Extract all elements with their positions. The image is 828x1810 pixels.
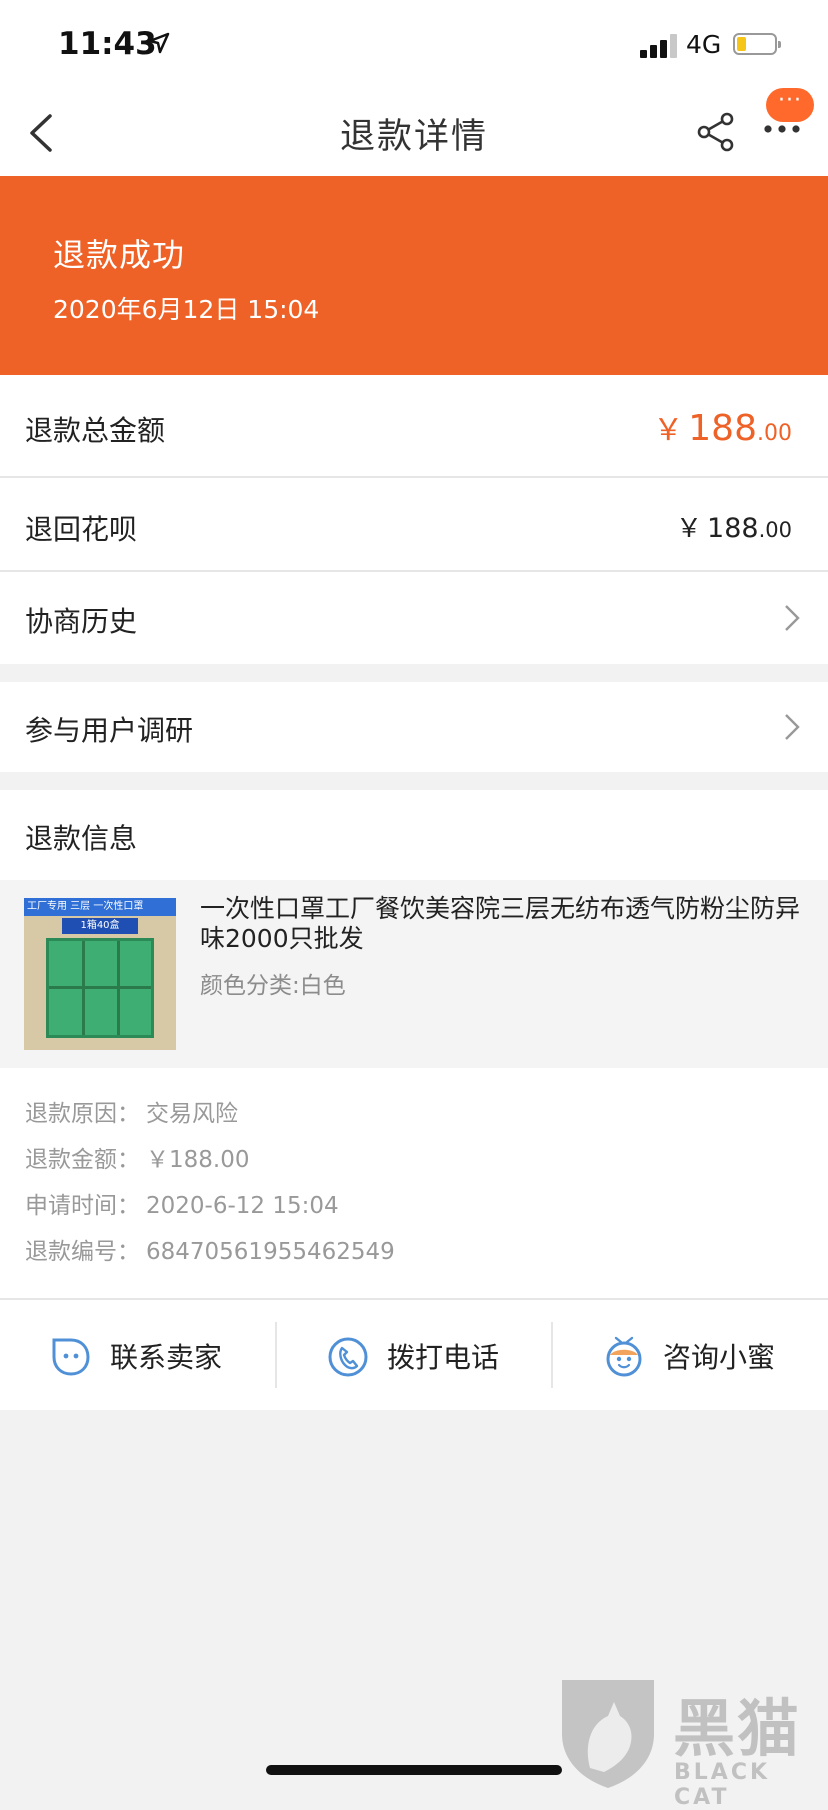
ask-assistant-label: 咨询小蜜: [663, 1341, 776, 1374]
status-bar: 11:43 4G: [0, 0, 828, 90]
more-icon[interactable]: [762, 122, 802, 136]
product-sku: 颜色分类:白色: [200, 973, 346, 999]
refund-info-title: 退款信息: [25, 822, 138, 855]
assistant-icon: [606, 1336, 642, 1377]
contact-seller-label: 联系卖家: [110, 1341, 223, 1374]
detail-key: 申请时间：: [25, 1193, 140, 1219]
mask-carton-image: [46, 938, 154, 1038]
refund-status-title: 退款成功: [53, 236, 186, 274]
cat-shield-logo-icon: [562, 1680, 654, 1788]
currency-symbol: ￥: [653, 413, 684, 448]
amount-decimal: .00: [758, 518, 792, 542]
contact-seller-button[interactable]: 联系卖家: [0, 1300, 275, 1410]
amount-integer: 188: [688, 408, 757, 449]
watermark-subtext: BLACK CAT: [674, 1760, 771, 1810]
phone-icon: [328, 1337, 368, 1377]
user-survey-row[interactable]: 参与用户调研: [0, 682, 828, 772]
detail-value: 68470561955462549: [146, 1239, 395, 1265]
detail-key: 退款金额：: [25, 1147, 140, 1173]
detail-value: 2020-6-12 15:04: [146, 1193, 339, 1219]
huabei-label: 退回花呗: [25, 513, 138, 546]
apply-time: 申请时间： 2020-6-12 15:04: [25, 1186, 339, 1220]
watermark-text: 黑猫: [673, 1692, 802, 1765]
user-survey-label: 参与用户调研: [25, 714, 194, 747]
battery-icon: [733, 33, 781, 55]
message-bubble[interactable]: ···: [766, 88, 814, 122]
refund-status-banner: 退款成功 2020年6月12日 15:04: [0, 176, 828, 375]
thumbnail-badge: 1箱40盒: [62, 918, 138, 934]
chat-face-icon: [52, 1338, 90, 1376]
action-bar: 联系卖家 拨打电话 咨询小蜜: [0, 1298, 828, 1410]
negotiation-history-row[interactable]: 协商历史: [0, 572, 828, 664]
call-phone-button[interactable]: 拨打电话: [277, 1300, 552, 1410]
detail-key: 退款编号：: [25, 1239, 140, 1265]
chevron-right-icon: [785, 714, 800, 740]
refund-total-amount: ￥ 188.00: [653, 405, 792, 449]
share-icon[interactable]: [694, 110, 738, 154]
amount-decimal: .00: [757, 421, 792, 446]
product-card[interactable]: 工厂专用 三层 一次性口罩 1箱40盒 一次性口罩工厂餐饮美容院三层无纺布透气防…: [0, 880, 828, 1068]
black-cat-watermark: 黑猫 BLACK CAT: [556, 1676, 828, 1810]
detail-value: 交易风险: [146, 1101, 238, 1127]
product-thumbnail: 工厂专用 三层 一次性口罩 1箱40盒: [24, 898, 176, 1050]
home-indicator[interactable]: [266, 1765, 562, 1775]
status-time: 11:43: [58, 26, 157, 62]
refund-details: 退款原因： 交易风险 退款金额： ￥188.00 申请时间： 2020-6-12 15…: [0, 1068, 828, 1298]
refund-number: 退款编号： 68470561955462549: [25, 1232, 395, 1266]
product-name: 一次性口罩工厂餐饮美容院三层无纺布透气防粉尘防异味2000只批发: [200, 894, 801, 953]
negotiation-history-label: 协商历史: [25, 605, 138, 638]
thumbnail-banner: 工厂专用 三层 一次性口罩: [24, 898, 176, 916]
currency-symbol: ￥: [675, 514, 702, 544]
network-type: 4G: [686, 30, 722, 59]
detail-value: ￥188.00: [146, 1147, 250, 1173]
detail-key: 退款原因：: [25, 1101, 140, 1127]
cell-signal-icon: [640, 34, 678, 58]
ask-assistant-button[interactable]: 咨询小蜜: [553, 1300, 828, 1410]
refund-status-date: 2020年6月12日 15:04: [53, 295, 320, 324]
refund-reason: 退款原因： 交易风险: [25, 1094, 238, 1128]
refund-total-row: 退款总金额 ￥ 188.00: [0, 375, 828, 476]
huabei-amount: ￥ 188.00: [676, 508, 792, 545]
huabei-row: 退回花呗 ￥ 188.00: [0, 478, 828, 570]
nav-bar: 退款详情: [0, 90, 828, 176]
chevron-right-icon: [785, 605, 800, 631]
refund-info-header: 退款信息: [0, 790, 828, 880]
amount-integer: 188: [707, 513, 759, 544]
call-phone-label: 拨打电话: [387, 1341, 500, 1374]
refund-amount: 退款金额： ￥188.00: [25, 1140, 249, 1174]
location-arrow-icon: [148, 32, 170, 54]
refund-total-label: 退款总金额: [25, 414, 166, 447]
